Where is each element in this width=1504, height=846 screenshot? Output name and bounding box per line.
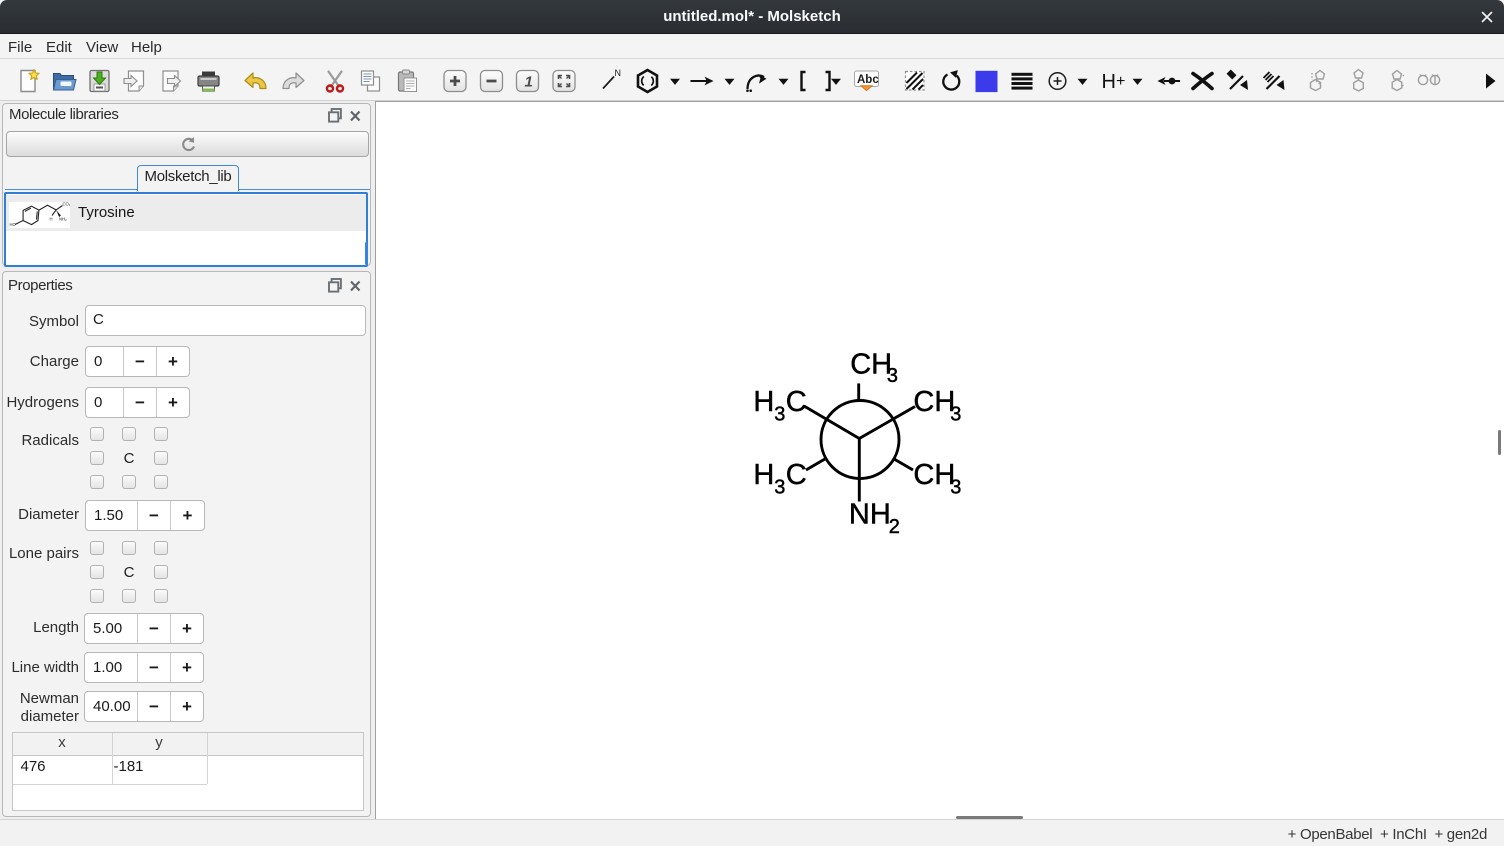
svg-text:H: H [1102,71,1116,93]
svg-text:H: H [50,217,53,222]
svg-text:CH: CH [913,386,955,418]
svg-text:3: 3 [950,477,961,499]
svg-text:H: H [753,386,774,418]
svg-text:C: C [786,459,807,491]
svg-text:HO: HO [10,222,17,227]
svg-text:+: + [1116,73,1125,90]
svg-text:CO₂: CO₂ [63,202,71,207]
svg-text:CH: CH [913,459,955,491]
svg-text:C: C [786,386,807,418]
svg-text:3: 3 [950,404,961,426]
svg-text:CH: CH [850,349,892,381]
svg-text:H: H [753,459,774,491]
svg-text:2: 2 [889,516,900,538]
svg-text:Abc: Abc [857,74,879,86]
svg-text:NH₂: NH₂ [59,217,67,222]
svg-text:NH: NH [849,499,891,531]
svg-text:N: N [615,68,622,78]
svg-text:3: 3 [774,404,785,426]
svg-text:3: 3 [887,365,898,387]
svg-text:3: 3 [774,477,785,499]
svg-text:1: 1 [525,74,533,91]
